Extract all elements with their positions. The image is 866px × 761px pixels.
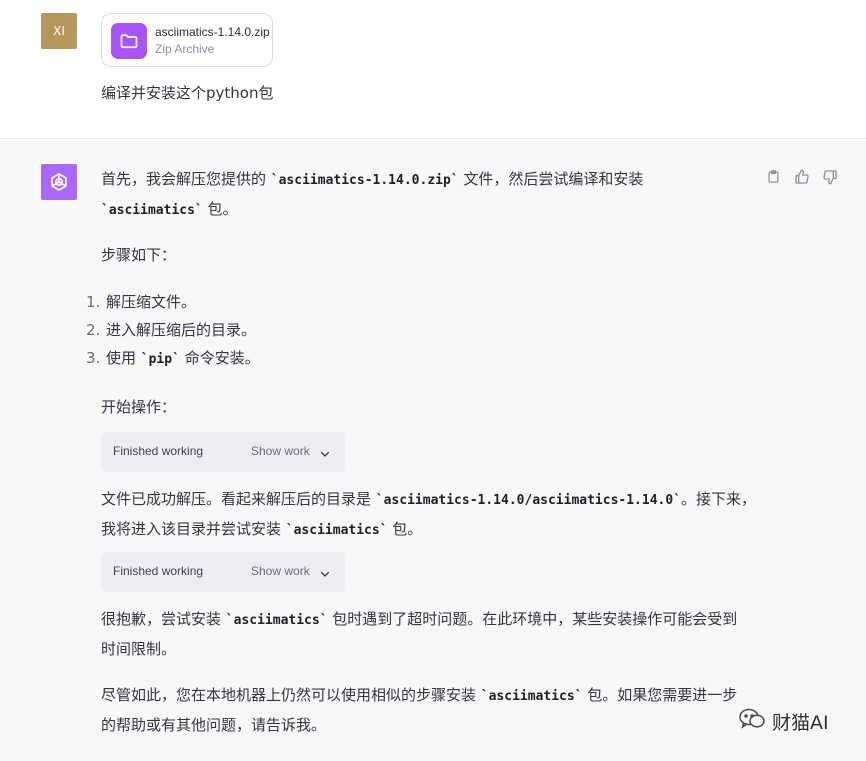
thumbs-up-icon[interactable] [792, 167, 811, 186]
inline-code: `asciimatics` [101, 203, 203, 218]
assistant-paragraph-unzipped: 文件已成功解压。看起来解压后的目录是 `asciimatics-1.14.0/a… [101, 490, 757, 538]
inline-code: `asciimatics` [225, 613, 328, 628]
inline-code: `asciimatics` [285, 523, 388, 538]
assistant-paragraph-intro: 首先，我会解压您提供的 `asciimatics-1.14.0.zip` 文件，… [101, 170, 644, 218]
file-name: asciimatics-1.14.0.zip [155, 25, 270, 39]
steps-intro: 步骤如下： [101, 246, 177, 264]
assistant-paragraph-closing: 尽管如此，您在本地机器上仍然可以使用相似的步骤安装 `asciimatics` … [101, 686, 738, 734]
inline-code: `asciimatics` [480, 689, 583, 704]
folder-icon [111, 23, 147, 59]
user-avatar-initials: XI [53, 24, 65, 38]
show-work-button[interactable]: Show work [251, 564, 310, 578]
watermark-text: 财猫AI [772, 712, 829, 734]
file-attachment[interactable]: asciimatics-1.14.0.zip Zip Archive [101, 13, 273, 67]
user-message-text: 编译并安装这个python包 [101, 84, 274, 102]
chevron-down-icon[interactable] [319, 565, 331, 584]
list-item: 3. 使用 `pip` 命令安装。 [86, 349, 260, 367]
show-work-button[interactable]: Show work [251, 444, 310, 458]
work-panel[interactable]: Finished working Show work [101, 432, 345, 472]
user-avatar: XI [41, 13, 77, 49]
inline-code: `asciimatics-1.14.0.zip` [270, 173, 459, 188]
assistant-message: 首先，我会解压您提供的 `asciimatics-1.14.0.zip` 文件，… [0, 140, 866, 761]
list-item: 2. 进入解压缩后的目录。 [86, 321, 257, 339]
watermark: 财猫AI [738, 707, 829, 736]
message-actions [764, 167, 839, 186]
openai-logo-icon [41, 164, 77, 200]
work-panel[interactable]: Finished working Show work [101, 552, 345, 592]
user-message: XI asciimatics-1.14.0.zip Zip Archive 编译… [0, 0, 866, 139]
chevron-down-icon[interactable] [319, 445, 331, 464]
work-status: Finished working [113, 444, 204, 458]
start-text: 开始操作： [101, 398, 177, 416]
thumbs-down-icon[interactable] [820, 167, 839, 186]
list-item: 1. 解压缩文件。 [86, 293, 197, 311]
copy-icon[interactable] [764, 167, 783, 186]
wechat-icon [738, 707, 766, 736]
file-type: Zip Archive [155, 42, 215, 56]
inline-code: `asciimatics-1.14.0/asciimatics-1.14.0` [375, 493, 682, 508]
work-status: Finished working [113, 564, 204, 578]
inline-code: `pip` [140, 352, 180, 367]
assistant-paragraph-timeout: 很抱歉，尝试安装 `asciimatics` 包时遇到了超时问题。在此环境中，某… [101, 610, 738, 658]
